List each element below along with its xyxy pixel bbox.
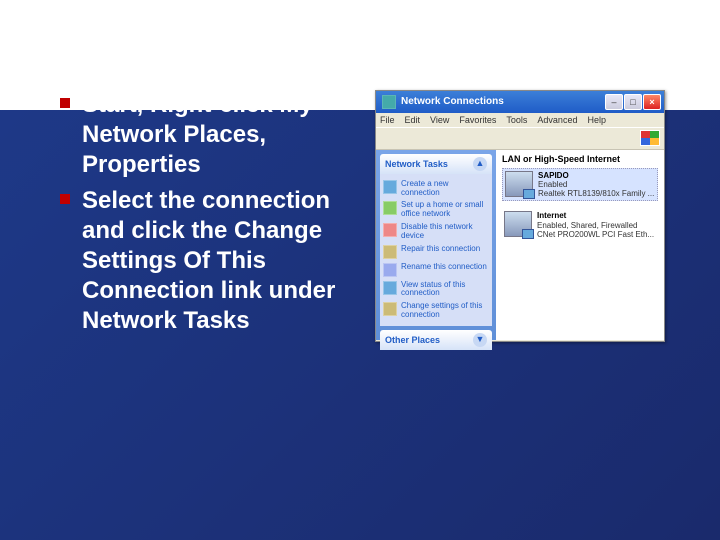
other-places-label: Other Places <box>385 335 440 345</box>
menu-help[interactable]: Help <box>587 115 606 125</box>
connection-item[interactable]: Internet Enabled, Shared, Firewalled CNe… <box>502 209 658 241</box>
collapse-icon: ▲ <box>473 157 487 171</box>
maximize-button[interactable]: □ <box>624 94 642 110</box>
close-button[interactable]: × <box>643 94 661 110</box>
minimize-button[interactable]: – <box>605 94 623 110</box>
connection-device: CNet PRO200WL PCI Fast Eth... <box>537 230 654 239</box>
menu-advanced[interactable]: Advanced <box>537 115 577 125</box>
menu-file[interactable]: File <box>380 115 395 125</box>
task-repair-connection[interactable]: Repair this connection <box>383 243 489 261</box>
bullet-list: Start, Right-click My Network Places, Pr… <box>60 90 360 342</box>
connection-device: Realtek RTL8139/810x Family ... <box>538 189 654 198</box>
menu-edit[interactable]: Edit <box>405 115 421 125</box>
windows-flag-icon <box>640 130 660 146</box>
task-view-status[interactable]: View status of this connection <box>383 279 489 301</box>
connection-status: Enabled <box>538 180 567 189</box>
toolbar <box>376 128 664 150</box>
section-lan: LAN or High-Speed Internet <box>502 154 658 164</box>
collapse-icon: ▼ <box>473 333 487 347</box>
task-setup-network[interactable]: Set up a home or small office network <box>383 199 489 221</box>
other-places-header[interactable]: Other Places ▼ <box>380 330 492 350</box>
bullet-item: Select the connection and click the Chan… <box>60 186 360 336</box>
connections-pane: LAN or High-Speed Internet SAPIDO Enable… <box>496 150 664 340</box>
window-titlebar: Network Connections – □ × <box>376 91 664 113</box>
window-title: Network Connections <box>401 96 604 107</box>
task-create-connection[interactable]: Create a new connection <box>383 178 489 200</box>
connection-name: Internet <box>537 211 566 220</box>
task-rename-connection[interactable]: Rename this connection <box>383 261 489 279</box>
tasks-pane: Network Tasks ▲ Create a new connection … <box>376 150 496 340</box>
network-connections-window: Network Connections – □ × File Edit View… <box>375 90 665 342</box>
nic-icon <box>505 171 533 197</box>
menu-view[interactable]: View <box>430 115 449 125</box>
connection-item[interactable]: SAPIDO Enabled Realtek RTL8139/810x Fami… <box>502 168 658 202</box>
connection-status: Enabled, Shared, Firewalled <box>537 221 638 230</box>
task-disable-device[interactable]: Disable this network device <box>383 221 489 243</box>
nic-icon <box>504 211 532 237</box>
menu-tools[interactable]: Tools <box>506 115 527 125</box>
menubar: File Edit View Favorites Tools Advanced … <box>376 113 664 128</box>
menu-favorites[interactable]: Favorites <box>459 115 496 125</box>
task-change-settings[interactable]: Change settings of this connection <box>383 300 489 322</box>
network-tasks-header[interactable]: Network Tasks ▲ <box>380 154 492 174</box>
connection-name: SAPIDO <box>538 171 569 180</box>
tasks-header-label: Network Tasks <box>385 159 448 169</box>
window-icon <box>382 95 396 109</box>
bullet-item: Start, Right-click My Network Places, Pr… <box>60 90 360 180</box>
